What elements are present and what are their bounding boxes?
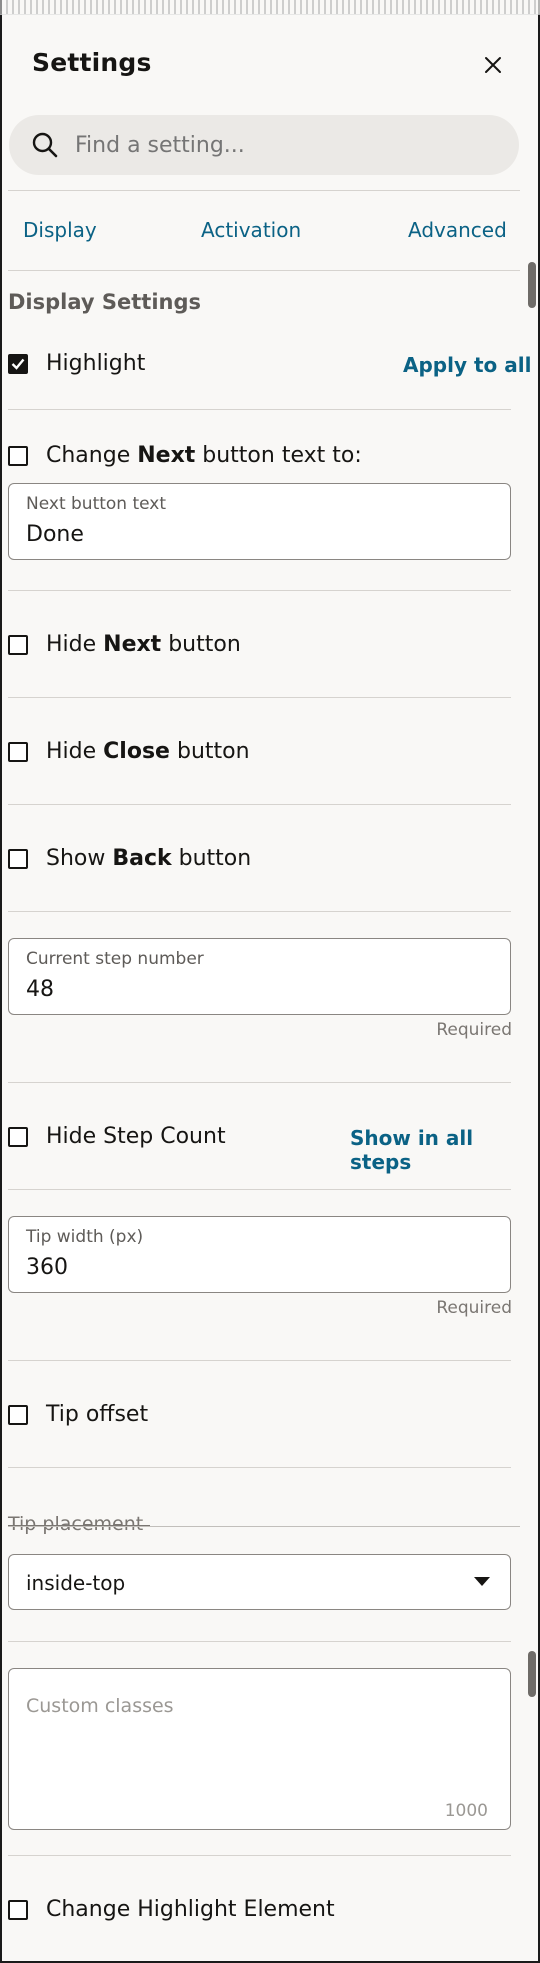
search-icon bbox=[32, 132, 58, 158]
change-highlight-label: Change Highlight Element bbox=[46, 1897, 335, 1922]
hide-step-count-checkbox[interactable] bbox=[8, 1126, 28, 1147]
tip-width-field[interactable]: Tip width (px) 360 bbox=[8, 1216, 511, 1293]
tip-placement-select[interactable]: inside-top bbox=[8, 1554, 511, 1610]
change-highlight-row: Change Highlight Element bbox=[8, 1897, 335, 1922]
required-hint: Required bbox=[436, 1020, 512, 1040]
divider bbox=[8, 911, 511, 912]
custom-classes-textarea[interactable]: Custom classes 1000 bbox=[8, 1668, 511, 1830]
divider bbox=[8, 409, 511, 410]
hide-close-row: Hide Close button bbox=[8, 739, 250, 764]
scrollbar-thumb[interactable] bbox=[528, 1651, 536, 1697]
tab-advanced[interactable]: Advanced bbox=[408, 218, 507, 242]
hide-step-count-label: Hide Step Count bbox=[46, 1124, 226, 1149]
change-next-label: Change Next button text to: bbox=[46, 443, 362, 468]
tab-display[interactable]: Display bbox=[23, 218, 97, 242]
chevron-down-icon bbox=[474, 1577, 490, 1586]
top-edge-strip bbox=[0, 0, 540, 15]
hide-next-label: Hide Next button bbox=[46, 632, 241, 657]
field-value: Done bbox=[26, 522, 84, 547]
change-next-row: Change Next button text to: bbox=[8, 443, 362, 468]
tip-offset-row: Tip offset bbox=[8, 1402, 148, 1427]
field-value: 48 bbox=[26, 977, 54, 1002]
search-input[interactable] bbox=[75, 132, 475, 158]
section-title: Display Settings bbox=[8, 290, 202, 314]
hide-step-count-row: Hide Step Count bbox=[8, 1124, 226, 1149]
scrollbar-thumb[interactable] bbox=[528, 262, 536, 308]
divider bbox=[8, 1082, 511, 1083]
field-label: Tip width (px) bbox=[26, 1227, 144, 1247]
page-title: Settings bbox=[32, 48, 152, 77]
field-label: Current step number bbox=[26, 949, 204, 969]
tip-offset-label: Tip offset bbox=[46, 1402, 149, 1427]
select-value: inside-top bbox=[26, 1571, 126, 1595]
hide-next-row: Hide Next button bbox=[8, 632, 241, 657]
divider bbox=[8, 1526, 520, 1527]
highlight-row: Highlight bbox=[8, 351, 145, 376]
divider bbox=[8, 270, 520, 271]
show-back-label: Show Back button bbox=[46, 846, 252, 871]
divider bbox=[8, 1855, 511, 1856]
divider bbox=[8, 590, 511, 591]
required-hint: Required bbox=[436, 1298, 512, 1318]
change-next-checkbox[interactable] bbox=[8, 445, 28, 466]
apply-to-all-link[interactable]: Apply to all bbox=[403, 353, 531, 377]
current-step-number-field[interactable]: Current step number 48 bbox=[8, 938, 511, 1015]
divider bbox=[8, 190, 520, 191]
hide-close-checkbox[interactable] bbox=[8, 741, 28, 762]
highlight-label: Highlight bbox=[46, 351, 146, 376]
divider bbox=[8, 697, 511, 698]
character-counter: 1000 bbox=[444, 1801, 488, 1821]
tab-activation[interactable]: Activation bbox=[201, 218, 301, 242]
check-icon bbox=[11, 358, 25, 370]
change-highlight-checkbox[interactable] bbox=[8, 1899, 28, 1920]
divider bbox=[8, 804, 511, 805]
tip-placement-label: Tip placement bbox=[8, 1513, 150, 1535]
show-back-checkbox[interactable] bbox=[8, 848, 28, 869]
search-box[interactable] bbox=[9, 115, 519, 175]
tip-offset-checkbox[interactable] bbox=[8, 1404, 28, 1425]
field-label: Next button text bbox=[26, 494, 167, 514]
divider bbox=[8, 1189, 511, 1190]
show-back-row: Show Back button bbox=[8, 846, 251, 871]
show-in-all-steps-link[interactable]: Show in all steps bbox=[350, 1126, 540, 1174]
hide-close-label: Hide Close button bbox=[46, 739, 250, 764]
divider bbox=[8, 1641, 511, 1642]
hide-next-checkbox[interactable] bbox=[8, 634, 28, 655]
divider bbox=[8, 1360, 511, 1361]
close-icon[interactable] bbox=[481, 53, 505, 77]
textarea-placeholder: Custom classes bbox=[26, 1695, 174, 1717]
highlight-checkbox[interactable] bbox=[8, 353, 28, 374]
next-button-text-field[interactable]: Next button text Done bbox=[8, 483, 511, 560]
field-value: 360 bbox=[26, 1255, 68, 1280]
divider bbox=[8, 1467, 511, 1468]
